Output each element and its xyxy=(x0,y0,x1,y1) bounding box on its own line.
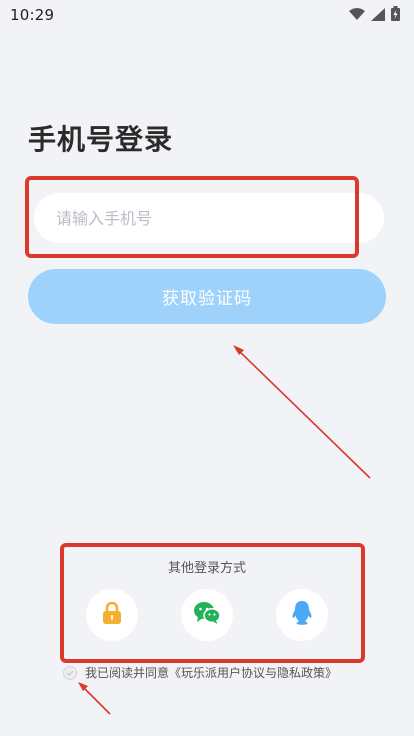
annotation-arrow-line xyxy=(79,683,111,715)
lock-login-button[interactable] xyxy=(86,589,138,641)
wechat-icon xyxy=(193,601,221,629)
get-verification-code-button[interactable]: 获取验证码 xyxy=(28,269,386,324)
page-title: 手机号登录 xyxy=(28,123,174,156)
agreement-text[interactable]: 我已阅读并同意《玩乐派用户协议与隐私政策》 xyxy=(85,664,337,681)
other-login-methods-label: 其他登录方式 xyxy=(167,561,246,576)
phone-number-input[interactable] xyxy=(34,193,384,243)
annotation-arrowhead xyxy=(78,682,88,691)
battery-icon xyxy=(391,5,400,25)
qq-login-button[interactable] xyxy=(276,589,328,641)
status-time: 10:29 xyxy=(10,6,55,24)
status-icons xyxy=(349,5,400,25)
wechat-login-button[interactable] xyxy=(181,589,233,641)
agreement-row: 我已阅读并同意《玩乐派用户协议与隐私政策》 xyxy=(63,664,337,681)
wifi-icon xyxy=(349,6,365,25)
agreement-checkbox[interactable] xyxy=(63,665,77,680)
qq-icon xyxy=(291,600,313,630)
annotation-arrowhead xyxy=(233,345,244,355)
lock-icon xyxy=(101,601,123,629)
signal-icon xyxy=(371,6,385,25)
status-bar: 10:29 xyxy=(0,0,414,30)
annotation-arrow-line xyxy=(235,347,371,479)
